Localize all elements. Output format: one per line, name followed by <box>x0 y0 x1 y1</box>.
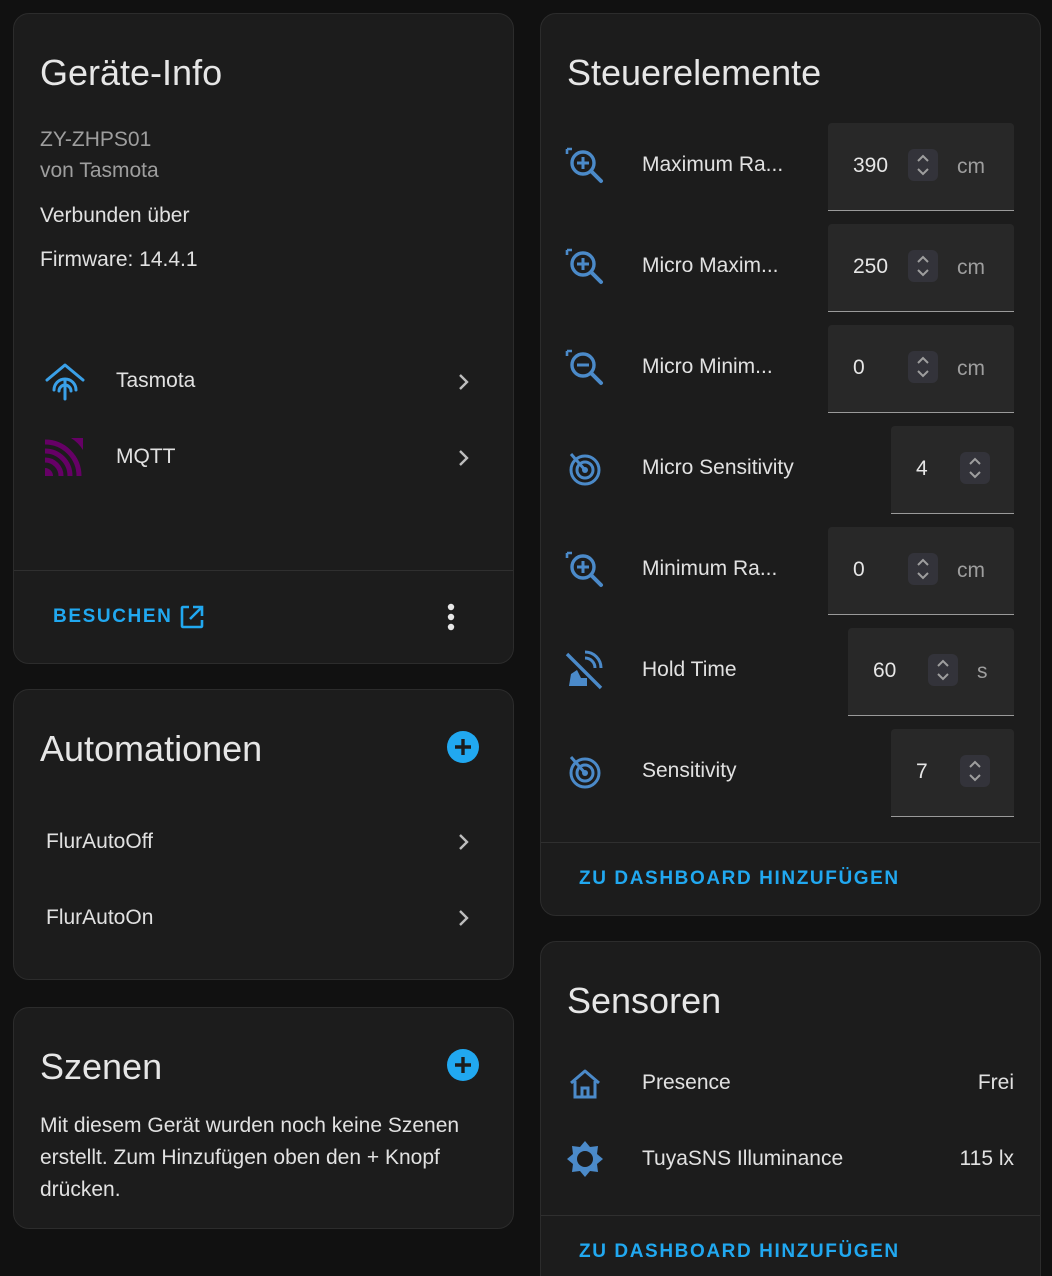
number-value: 60 <box>873 659 897 682</box>
device-manufacturer: von Tasmota <box>40 159 159 182</box>
stepper-icon[interactable] <box>960 452 990 484</box>
scenes-empty-text: erstellt. Zum Hinzufügen oben den + Knop… <box>40 1146 440 1169</box>
integration-label: Tasmota <box>116 369 196 392</box>
unit-label: cm <box>957 155 985 178</box>
open-in-new-icon <box>180 605 204 629</box>
control-row: Maximum Ra... 390 cm <box>541 121 1040 213</box>
automation-label: FlurAutoOn <box>46 906 154 929</box>
connected-via: Verbunden über <box>40 204 190 227</box>
magnify-plus-icon <box>565 551 603 587</box>
device-info-title: Geräte-Info <box>40 52 223 93</box>
stepper-icon[interactable] <box>908 250 938 282</box>
motion-sensor-off-icon <box>565 650 603 690</box>
more-options-icon[interactable] <box>439 603 463 633</box>
card-divider <box>541 842 1040 843</box>
chevron-right-icon <box>459 834 469 850</box>
stepper-icon[interactable] <box>960 755 990 787</box>
magnify-plus-icon <box>565 248 603 284</box>
firmware-version: Firmware: 14.4.1 <box>40 248 198 271</box>
home-outline-icon <box>570 1069 600 1099</box>
control-label: Maximum Ra... <box>642 153 784 176</box>
radar-icon <box>569 756 601 789</box>
scenes-card: Szenen Mit diesem Gerät wurden noch kein… <box>13 1007 514 1229</box>
chevron-right-icon <box>459 910 469 926</box>
mqtt-icon <box>45 438 83 476</box>
sensors-card: Sensoren Presence Frei TuyaSNS Illuminan… <box>540 941 1041 1276</box>
automation-label: FlurAutoOff <box>46 830 153 853</box>
scenes-title: Szenen <box>40 1046 163 1087</box>
control-row: Micro Sensitivity 4 <box>541 424 1040 516</box>
controls-title: Steuerelemente <box>567 52 822 93</box>
control-label: Hold Time <box>642 658 737 681</box>
control-label: Micro Sensitivity <box>642 456 794 479</box>
control-row: Micro Minim... 0 cm <box>541 323 1040 415</box>
control-row: Minimum Ra... 0 cm <box>541 525 1040 617</box>
sensor-label: TuyaSNS Illuminance <box>642 1147 844 1170</box>
scenes-empty-text: drücken. <box>40 1178 121 1201</box>
chevron-right-icon <box>459 450 469 466</box>
control-label: Micro Maxim... <box>642 254 779 277</box>
range-number-input[interactable]: 390 cm <box>828 123 1014 211</box>
range-number-input[interactable]: 0 cm <box>828 527 1014 615</box>
stepper-icon[interactable] <box>928 654 958 686</box>
control-label: Sensitivity <box>642 759 737 782</box>
unit-label: cm <box>957 357 985 380</box>
control-label: Micro Minim... <box>642 355 773 378</box>
range-number-input[interactable]: 0 cm <box>828 325 1014 413</box>
brightness-icon <box>567 1141 603 1177</box>
card-divider <box>541 1215 1040 1216</box>
control-row: Hold Time 60 s <box>541 626 1040 718</box>
unit-label: cm <box>957 256 985 279</box>
automations-title: Automationen <box>40 728 263 769</box>
scenes-empty-text: Mit diesem Gerät wurden noch keine Szene… <box>40 1114 460 1137</box>
stepper-icon[interactable] <box>908 351 938 383</box>
integration-label: MQTT <box>116 445 176 468</box>
unit-label: s <box>977 660 988 683</box>
integration-mqtt[interactable]: MQTT <box>14 427 513 487</box>
stepper-icon[interactable] <box>908 149 938 181</box>
visit-button-label: BESUCHEN <box>53 606 173 627</box>
number-value: 0 <box>853 356 865 379</box>
sensitivity-number-input[interactable]: 7 <box>891 729 1014 817</box>
sensors-title: Sensoren <box>567 980 722 1021</box>
unit-label: cm <box>957 559 985 582</box>
magnify-plus-icon <box>565 147 603 183</box>
radar-icon <box>569 453 601 486</box>
number-value: 7 <box>916 760 928 783</box>
automations-card: Automationen FlurAutoOff FlurAutoOn <box>13 689 514 980</box>
number-value: 0 <box>853 558 865 581</box>
sensor-row[interactable]: TuyaSNS Illuminance 115 lx <box>541 1121 1040 1197</box>
device-model: ZY-ZHPS01 <box>40 128 152 151</box>
control-row: Sensitivity 7 <box>541 727 1040 819</box>
automation-item[interactable]: FlurAutoOff <box>14 812 513 872</box>
add-to-dashboard-button[interactable]: ZU DASHBOARD HINZUFÜGEN <box>579 868 900 890</box>
chevron-right-icon <box>459 374 469 390</box>
number-value: 4 <box>916 457 928 480</box>
sensor-row[interactable]: Presence Frei <box>541 1045 1040 1121</box>
tasmota-icon <box>45 363 85 401</box>
add-automation-button[interactable] <box>446 730 480 764</box>
sensor-label: Presence <box>642 1071 731 1094</box>
sensor-value: Frei <box>977 1071 1014 1094</box>
controls-card: Steuerelemente Maximum Ra... 390 cm Micr… <box>540 13 1041 916</box>
sensor-value: 115 lx <box>959 1147 1014 1170</box>
sensitivity-number-input[interactable]: 4 <box>891 426 1014 514</box>
number-value: 250 <box>853 255 889 278</box>
stepper-icon[interactable] <box>908 553 938 585</box>
hold-time-number-input[interactable]: 60 s <box>848 628 1014 716</box>
add-scene-button[interactable] <box>446 1048 480 1082</box>
integration-tasmota[interactable]: Tasmota <box>14 351 513 411</box>
card-divider <box>14 570 513 571</box>
control-row: Micro Maxim... 250 cm <box>541 222 1040 314</box>
range-number-input[interactable]: 250 cm <box>828 224 1014 312</box>
visit-button[interactable]: BESUCHEN <box>40 596 210 636</box>
magnify-minus-icon <box>565 349 603 385</box>
add-to-dashboard-button[interactable]: ZU DASHBOARD HINZUFÜGEN <box>579 1241 900 1263</box>
number-value: 390 <box>853 154 889 177</box>
control-label: Minimum Ra... <box>642 557 778 580</box>
automation-item[interactable]: FlurAutoOn <box>14 888 513 948</box>
device-info-card: Geräte-Info ZY-ZHPS01 von Tasmota Verbun… <box>13 13 514 664</box>
